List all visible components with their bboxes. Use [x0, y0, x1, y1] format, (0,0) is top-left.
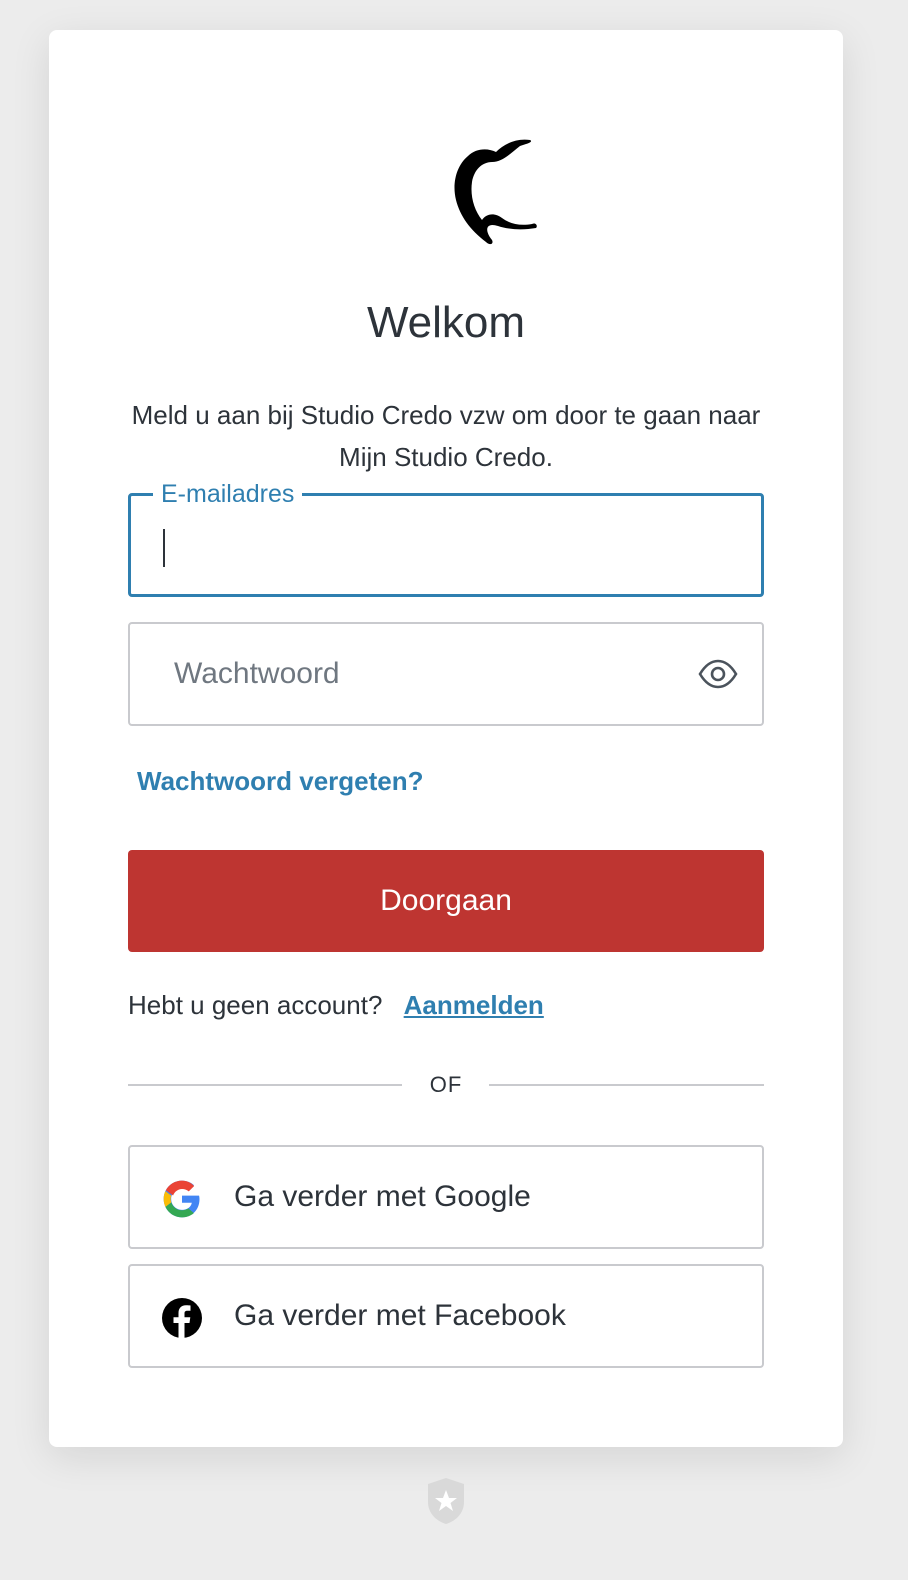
brand-logo — [454, 139, 537, 245]
password-input[interactable] — [130, 624, 762, 724]
facebook-button-label: Ga verder met Facebook — [234, 1299, 566, 1332]
facebook-icon — [162, 1298, 202, 1338]
password-field[interactable] — [128, 622, 764, 726]
facebook-button[interactable]: Ga verder met Facebook — [128, 1264, 764, 1368]
signup-row: Hebt u geen account? Aanmelden — [128, 990, 544, 1021]
google-button-label: Ga verder met Google — [234, 1180, 531, 1213]
auth-badge-icon — [428, 1478, 464, 1524]
eye-icon[interactable] — [698, 658, 738, 690]
forgot-password-link[interactable]: Wachtwoord vergeten? — [137, 766, 424, 797]
signup-prompt: Hebt u geen account? — [128, 990, 383, 1020]
signup-link[interactable]: Aanmelden — [404, 990, 544, 1020]
google-icon — [163, 1180, 200, 1218]
page-title: Welkom — [366, 298, 526, 347]
page-subtitle: Meld u aan bij Studio Credo vzw om door … — [131, 400, 761, 472]
continue-button[interactable]: Doorgaan — [128, 850, 764, 952]
google-button[interactable]: Ga verder met Google — [128, 1145, 764, 1249]
email-input[interactable] — [131, 496, 761, 594]
login-card: Welkom Meld u aan bij Studio Credo vzw o… — [49, 30, 843, 1447]
divider-line-right — [489, 1084, 764, 1086]
email-field[interactable]: E-mailadres — [128, 480, 764, 597]
